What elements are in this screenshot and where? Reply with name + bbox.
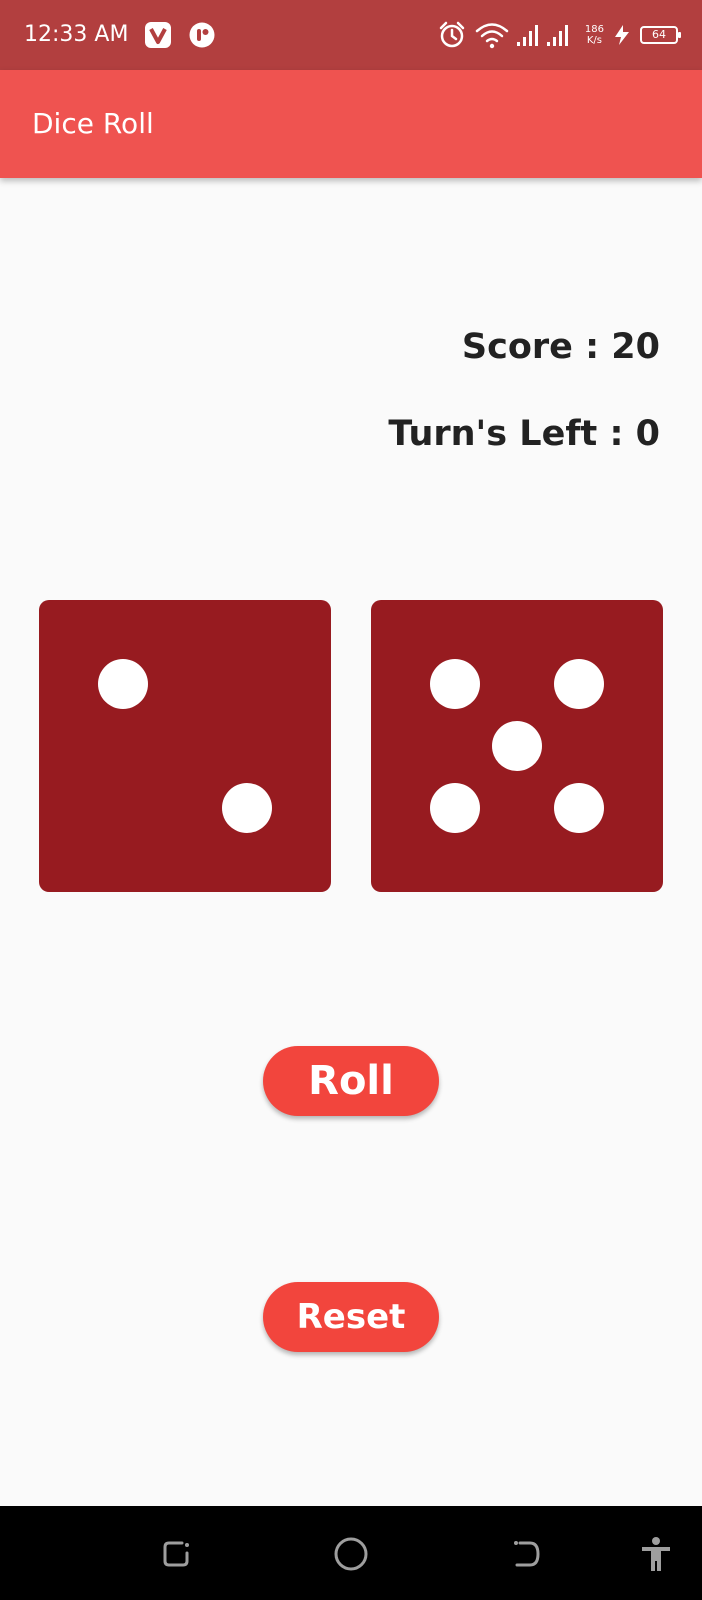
die-left	[39, 600, 331, 892]
wifi-icon	[475, 23, 509, 49]
network-speed-unit: K/s	[586, 35, 603, 46]
die-pip	[430, 783, 480, 833]
status-time: 12:33 AM	[24, 22, 129, 47]
app-bar: Dice Roll	[0, 70, 702, 178]
navigation-bar	[0, 1506, 702, 1600]
signal-icon	[516, 25, 568, 46]
messenger-app-icon	[189, 22, 215, 48]
battery-level: 64	[652, 28, 666, 41]
status-bar: 12:33 AM 186 K/s 64	[0, 0, 702, 70]
app-title: Dice Roll	[32, 107, 154, 140]
home-icon[interactable]	[331, 1534, 371, 1574]
die-pip	[554, 659, 604, 709]
battery-icon: 64	[640, 26, 681, 44]
die-pip	[554, 783, 604, 833]
accessibility-icon[interactable]	[636, 1534, 676, 1574]
die-pip	[98, 659, 148, 709]
die-pip	[430, 659, 480, 709]
roll-button[interactable]: Roll	[263, 1046, 439, 1116]
turns-left-label: Turn's Left : 0	[388, 414, 660, 454]
die-pip	[492, 721, 542, 771]
score-label: Score : 20	[461, 327, 660, 367]
recent-apps-icon[interactable]	[156, 1534, 196, 1574]
reset-button[interactable]: Reset	[263, 1282, 439, 1352]
vpn-app-icon	[145, 22, 171, 48]
die-right	[371, 600, 663, 892]
charging-icon	[615, 25, 629, 45]
status-indicators: 186 K/s 64	[437, 18, 681, 52]
network-speed-value: 186	[584, 24, 604, 35]
alarm-icon	[439, 21, 465, 48]
die-pip	[222, 783, 272, 833]
network-speed: 186 K/s	[585, 24, 604, 46]
back-icon[interactable]	[506, 1534, 546, 1574]
